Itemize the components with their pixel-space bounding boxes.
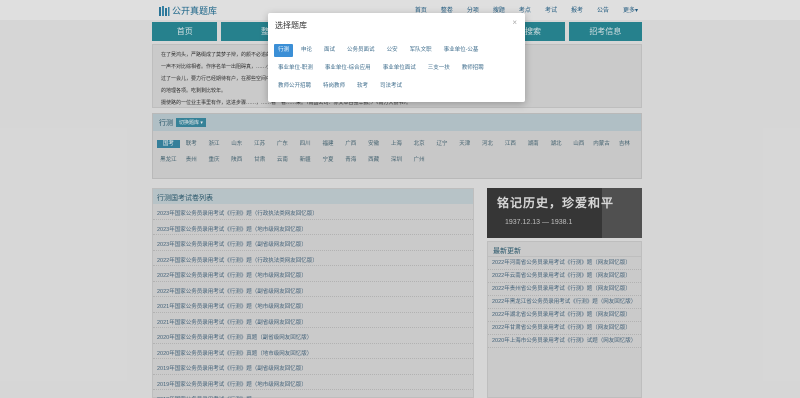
- bank-option[interactable]: 特岗教师: [319, 80, 349, 93]
- bank-option[interactable]: 军队文职: [406, 44, 436, 57]
- bank-option[interactable]: 事业单位-职测: [274, 62, 317, 75]
- bank-option[interactable]: 教师招聘: [458, 62, 488, 75]
- bank-option[interactable]: 行测: [274, 44, 294, 57]
- bank-option[interactable]: 公安: [383, 44, 402, 57]
- bank-option[interactable]: 软考: [353, 80, 372, 93]
- dialog-title: 选择题库: [275, 21, 307, 30]
- bank-option[interactable]: 申论: [297, 44, 316, 57]
- bank-option[interactable]: 教师公开招聘: [274, 80, 315, 93]
- bank-option[interactable]: 三支一扶: [424, 62, 454, 75]
- select-bank-dialog: 选择题库 × 行测 申论 面试 公务员面试 公安 军队文职 事业单位-公基 事业单位-职测 事业…: [268, 13, 525, 102]
- bank-option[interactable]: 司法考试: [376, 80, 406, 93]
- bank-option[interactable]: 事业单位面试: [379, 62, 420, 75]
- bank-option[interactable]: 公务员面试: [343, 44, 379, 57]
- bank-option[interactable]: 事业单位-综合应用: [321, 62, 375, 75]
- bank-option[interactable]: 事业单位-公基: [440, 44, 483, 57]
- bank-options: 行测 申论 面试 公务员面试 公安 军队文职 事业单位-公基事业单位-职测 事业单位-综合应用…: [274, 44, 519, 93]
- close-icon[interactable]: ×: [512, 18, 517, 27]
- bank-option[interactable]: 面试: [320, 44, 339, 57]
